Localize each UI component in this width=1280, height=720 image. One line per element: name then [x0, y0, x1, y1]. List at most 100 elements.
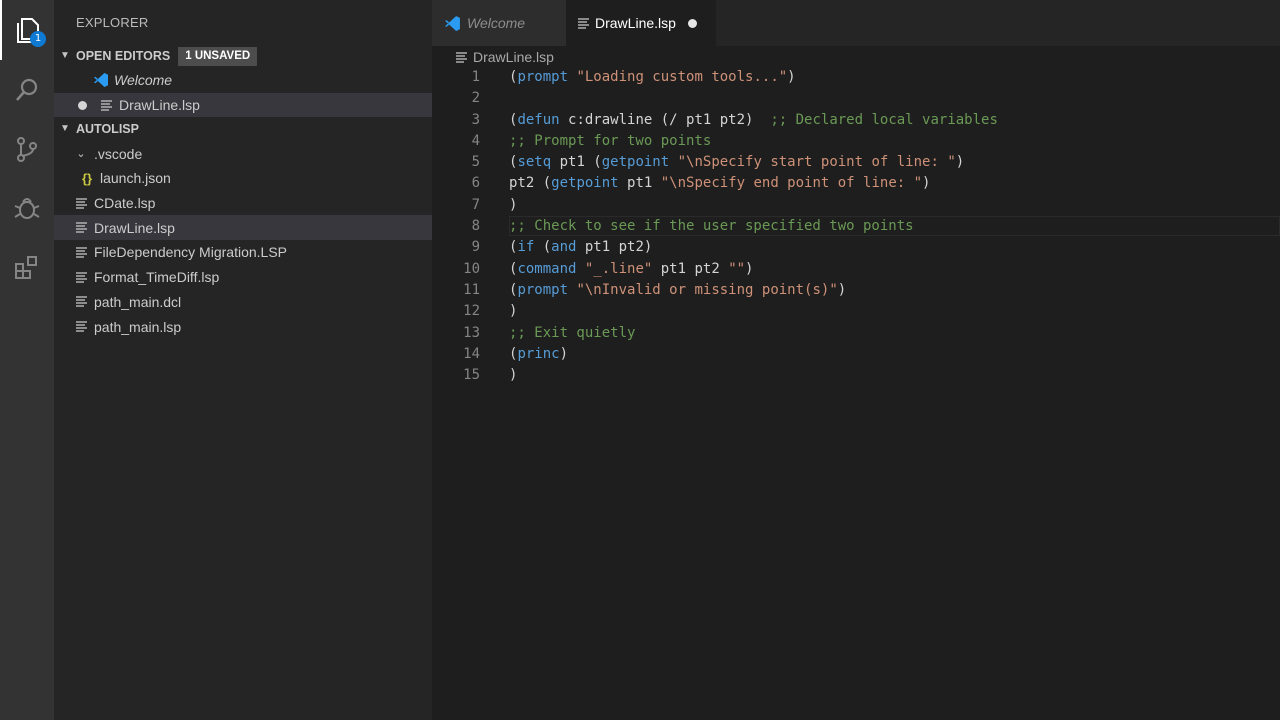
source-control-activity[interactable]: [0, 119, 54, 178]
code-text: ): [509, 301, 517, 322]
code-line[interactable]: 13 ;; Exit quietly: [432, 323, 1280, 344]
code-line[interactable]: 12): [432, 301, 1280, 322]
code-token: ): [509, 367, 518, 384]
explorer-badge: 1: [30, 31, 46, 47]
autolisp-folder-header[interactable]: ▼ AUTOLISP: [54, 117, 432, 141]
code-line[interactable]: 15): [432, 365, 1280, 386]
line-number: 14: [463, 345, 480, 362]
file-lines-icon: [72, 272, 90, 283]
code-token: c:drawline (/ pt1 pt2): [559, 111, 771, 128]
modified-dot-icon[interactable]: [687, 18, 697, 28]
code-text: pt2 (getpoint pt1 "\nSpecify end point o…: [509, 173, 930, 194]
file-drawline[interactable]: DrawLine.lsp: [54, 215, 432, 241]
code-token: ): [787, 69, 796, 85]
chevron-down-icon: ⌄: [76, 148, 86, 161]
search-icon: [16, 78, 38, 101]
code-line[interactable]: 8 ;; Check to see if the user specified t…: [432, 216, 1280, 237]
file-lines-icon: [72, 197, 90, 209]
code-token: defun: [517, 111, 560, 128]
open-editor-label: Welcome: [114, 72, 173, 89]
code-text: ;; Prompt for two points: [509, 131, 711, 152]
code-token: "": [728, 260, 746, 277]
vscode-icon: [92, 72, 110, 88]
code-line[interactable]: 14 (princ): [432, 344, 1280, 365]
code-text: (setq pt1 (getpoint "\nSpecify start poi…: [509, 152, 964, 173]
code-token: ): [509, 303, 518, 320]
debug-activity[interactable]: [0, 178, 54, 237]
code-token: "\nSpecify start point of line: ": [677, 154, 956, 171]
line-number: 15: [463, 367, 480, 384]
code-token: ): [559, 345, 569, 362]
breadcrumb[interactable]: DrawLine.lsp: [456, 46, 554, 68]
search-activity[interactable]: [0, 60, 54, 119]
code-token: and: [551, 239, 577, 256]
file-path-main-dcl[interactable]: path_main.dcl: [54, 290, 432, 315]
line-number: 7: [471, 196, 480, 213]
explorer-activity[interactable]: 1: [0, 0, 54, 60]
code-token: pt1 (: [551, 154, 602, 171]
open-editor-welcome[interactable]: Welcome: [54, 68, 432, 93]
file-launch-json[interactable]: {} launch.json: [54, 166, 432, 191]
code-editor[interactable]: 1 (prompt "Loading custom tools...") 2 3 (de…: [432, 67, 1280, 720]
code-token: if: [517, 239, 535, 256]
open-editors-header[interactable]: ▼ OPEN EDITORS 1 UNSAVED: [54, 44, 432, 68]
code-token: ): [922, 175, 931, 192]
code-token: ;; Exit quietly: [509, 324, 636, 341]
code-token: pt2 (: [509, 175, 552, 192]
code-line[interactable]: 4 ;; Prompt for two points: [432, 131, 1280, 152]
code-text: ;; Exit quietly: [509, 323, 635, 344]
tree-item-label: FileDependency Migration.LSP: [94, 244, 287, 261]
tab-drawline[interactable]: DrawLine.lsp: [566, 0, 716, 46]
file-lines-icon: [72, 296, 90, 307]
code-token: getpoint: [601, 154, 670, 171]
code-token: getpoint: [551, 175, 619, 192]
code-token: setq: [517, 154, 552, 171]
code-token: command: [517, 260, 577, 277]
code-line[interactable]: 10 (command "_.line" pt1 pt2 ""): [432, 259, 1280, 280]
code-line[interactable]: 6 pt2 (getpoint pt1 "\nSpecify end point …: [432, 173, 1280, 194]
code-token: ;; Declared local variables: [770, 111, 998, 128]
code-text: (prompt "\nInvalid or missing point(s)"): [509, 280, 846, 301]
file-filedependency[interactable]: FileDependency Migration.LSP: [54, 240, 432, 265]
tree-item-label: DrawLine.lsp: [94, 219, 175, 236]
extensions-activity[interactable]: [0, 237, 54, 296]
line-number: 12: [463, 303, 480, 320]
line-number: 2: [471, 90, 480, 107]
chevron-down-icon: ▼: [60, 50, 70, 61]
open-editor-drawline[interactable]: DrawLine.lsp: [54, 92, 432, 118]
tree-item-label: CDate.lsp: [94, 195, 156, 212]
file-format-timediff[interactable]: Format_TimeDiff.lsp: [54, 265, 432, 290]
code-token: ;; Prompt for two points: [509, 132, 712, 149]
line-number: 9: [471, 239, 480, 256]
code-line[interactable]: 7): [432, 195, 1280, 216]
tab-welcome[interactable]: Welcome: [432, 0, 566, 46]
file-lines-icon: [456, 51, 467, 63]
file-lines-icon: [72, 247, 90, 258]
line-number: 5: [471, 154, 480, 171]
extensions-icon: [15, 255, 37, 279]
code-token: (: [534, 239, 552, 256]
code-line[interactable]: 5 (setq pt1 (getpoint "\nSpecify start po…: [432, 152, 1280, 173]
code-text: ): [509, 365, 517, 386]
folder-vscode[interactable]: ⌄ .vscode: [54, 141, 432, 166]
line-number: 4: [471, 132, 480, 149]
source-control-icon: [17, 136, 37, 162]
unsaved-badge: 1 UNSAVED: [178, 46, 258, 66]
code-token: "\nInvalid or missing point(s)": [576, 281, 838, 298]
file-cdate[interactable]: CDate.lsp: [54, 191, 432, 216]
code-token: prompt: [517, 69, 569, 85]
code-line[interactable]: 2: [432, 88, 1280, 109]
file-lines-icon: [578, 17, 589, 29]
tree-item-label: path_main.lsp: [94, 318, 182, 335]
code-text: (defun c:drawline (/ pt1 pt2) ;; Declare…: [509, 110, 998, 131]
vscode-icon: [444, 15, 461, 32]
code-line[interactable]: 9 (if (and pt1 pt2): [432, 237, 1280, 258]
file-path-main-lsp[interactable]: path_main.lsp: [54, 314, 432, 339]
code-line[interactable]: 1 (prompt "Loading custom tools..."): [432, 67, 1280, 88]
code-line[interactable]: 3 (defun c:drawline (/ pt1 pt2) ;; Declar…: [432, 110, 1280, 131]
breadcrumb-file: DrawLine.lsp: [473, 49, 554, 65]
code-text: (command "_.line" pt1 pt2 ""): [509, 259, 753, 280]
code-token: ;; Check to see if the user specified tw…: [509, 218, 914, 235]
code-line[interactable]: 11 (prompt "\nInvalid or missing point(s)…: [432, 280, 1280, 301]
